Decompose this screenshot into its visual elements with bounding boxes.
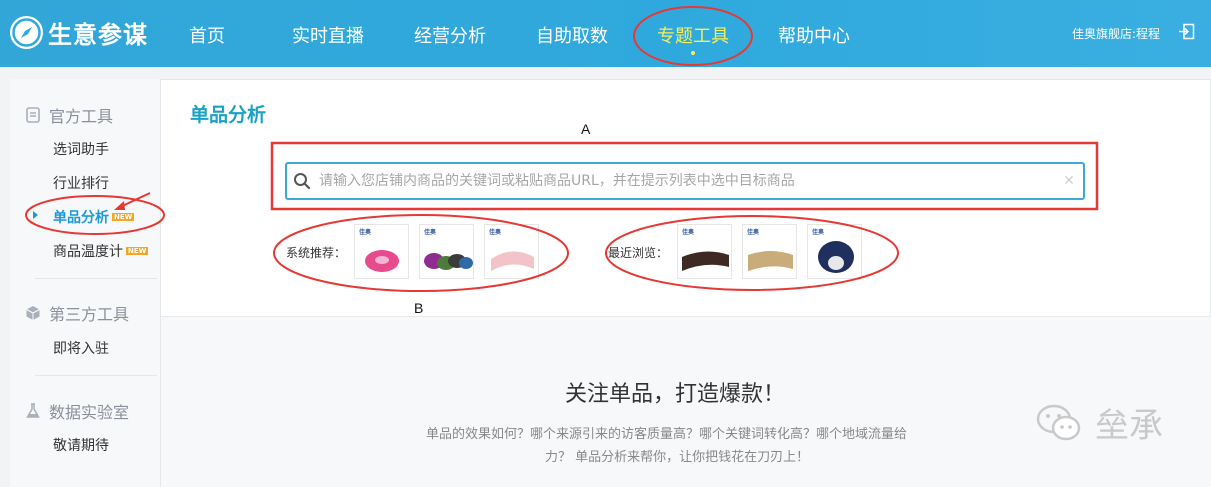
- thumb-brand: 佳奥: [747, 229, 760, 236]
- cube-icon: [26, 306, 40, 320]
- nav-item-home[interactable]: 首页: [189, 22, 225, 48]
- nav-item-live[interactable]: 实时直播: [292, 22, 364, 48]
- section-title: 官方工具: [49, 107, 114, 126]
- sidebar-item-industry-ranking[interactable]: 行业排行: [53, 173, 109, 193]
- nav-item-business-analysis[interactable]: 经营分析: [414, 22, 486, 48]
- sidebar-item-label: 敬请期待: [53, 438, 109, 454]
- thumb-brand: 佳奥: [812, 229, 825, 236]
- sidebar-item-product-thermometer[interactable]: 商品温度计 NEW: [53, 241, 149, 261]
- top-nav-bar: 生意参谋 首页 实时直播 经营分析 自助取数 专题工具 帮助中心 佳奥旗舰店:程…: [0, 0, 1211, 67]
- search-input[interactable]: [319, 173, 1061, 189]
- flask-icon: [26, 403, 40, 418]
- new-badge: NEW: [112, 213, 135, 221]
- sidebar-divider: [35, 375, 157, 376]
- nav-item-special-tools[interactable]: 专题工具: [657, 22, 729, 48]
- intro-description-line-1: 单品的效果如何？哪个来源引来的访客质量高？哪个关键词转化高？哪个地域流量给: [426, 427, 908, 442]
- annotation-label-b: B: [414, 300, 424, 316]
- new-badge: NEW: [126, 247, 149, 255]
- sidebar-section-data-lab: 数据实验室: [25, 399, 129, 423]
- document-icon: [26, 107, 40, 123]
- watermark: 垒承: [1035, 398, 1163, 447]
- intro-description-line-2: 力？ 单品分析来帮你，让你把钱花在刀刃上！: [545, 450, 810, 465]
- thumb-brand: 佳奥: [489, 229, 502, 236]
- brand-name: 生意参谋: [48, 20, 148, 49]
- shop-user-name[interactable]: 佳奥旗舰店:程程: [1072, 25, 1160, 42]
- intro-slogan: 关注单品，打造爆款！: [565, 382, 786, 407]
- sidebar: 官方工具 选词助手 行业排行 单品分析 NEW 商品温度计 NEW 第三方工具 …: [10, 79, 161, 487]
- sidebar-section-official-tools: 官方工具: [25, 103, 113, 127]
- system-recommend-label: 系统推荐：: [286, 246, 347, 260]
- recent-product-thumb[interactable]: 佳奥: [742, 224, 797, 279]
- sidebar-item-single-product-analysis[interactable]: 单品分析 NEW: [53, 207, 135, 227]
- sidebar-item-stay-tuned[interactable]: 敬请期待: [53, 435, 109, 455]
- recommended-product-thumb[interactable]: 佳奥: [419, 224, 474, 279]
- search-icon: [294, 173, 311, 190]
- section-title: 第三方工具: [49, 305, 130, 324]
- recent-browse-label: 最近浏览：: [608, 246, 669, 260]
- section-title: 数据实验室: [49, 403, 130, 422]
- recommended-product-thumb[interactable]: 佳奥: [484, 224, 539, 279]
- clear-icon[interactable]: ✕: [1061, 173, 1077, 189]
- thumb-brand: 佳奥: [682, 229, 695, 236]
- sidebar-item-label: 商品温度计: [53, 244, 123, 260]
- nav-item-help-center[interactable]: 帮助中心: [778, 22, 850, 48]
- sidebar-item-label: 单品分析: [53, 210, 109, 226]
- sidebar-divider: [35, 278, 157, 279]
- active-item-caret-icon: [33, 211, 38, 219]
- recent-product-thumb[interactable]: 佳奥: [677, 224, 732, 279]
- compass-icon: [10, 15, 43, 49]
- watermark-text: 垒承: [1095, 406, 1163, 446]
- active-nav-indicator: [691, 51, 695, 55]
- sidebar-item-label: 选词助手: [53, 142, 109, 158]
- recent-product-thumb[interactable]: 佳奥: [807, 224, 862, 279]
- sidebar-item-label: 即将入驻: [53, 341, 109, 357]
- thumb-brand: 佳奥: [424, 229, 437, 236]
- recommended-product-thumb[interactable]: 佳奥: [354, 224, 409, 279]
- sidebar-item-keyword-helper[interactable]: 选词助手: [53, 139, 109, 159]
- page-title: 单品分析: [190, 104, 267, 126]
- sidebar-item-label: 行业排行: [53, 176, 109, 192]
- product-search-box[interactable]: ✕: [285, 162, 1085, 200]
- logout-icon[interactable]: [1178, 23, 1195, 40]
- sidebar-section-third-party-tools: 第三方工具: [25, 301, 129, 325]
- annotation-label-a: A: [581, 121, 591, 137]
- sidebar-item-coming-soon[interactable]: 即将入驻: [53, 338, 109, 358]
- nav-item-self-service-data[interactable]: 自助取数: [536, 22, 608, 48]
- wechat-icon: [1036, 404, 1081, 440]
- brand-logo[interactable]: 生意参谋: [10, 12, 148, 52]
- thumb-brand: 佳奥: [359, 229, 372, 236]
